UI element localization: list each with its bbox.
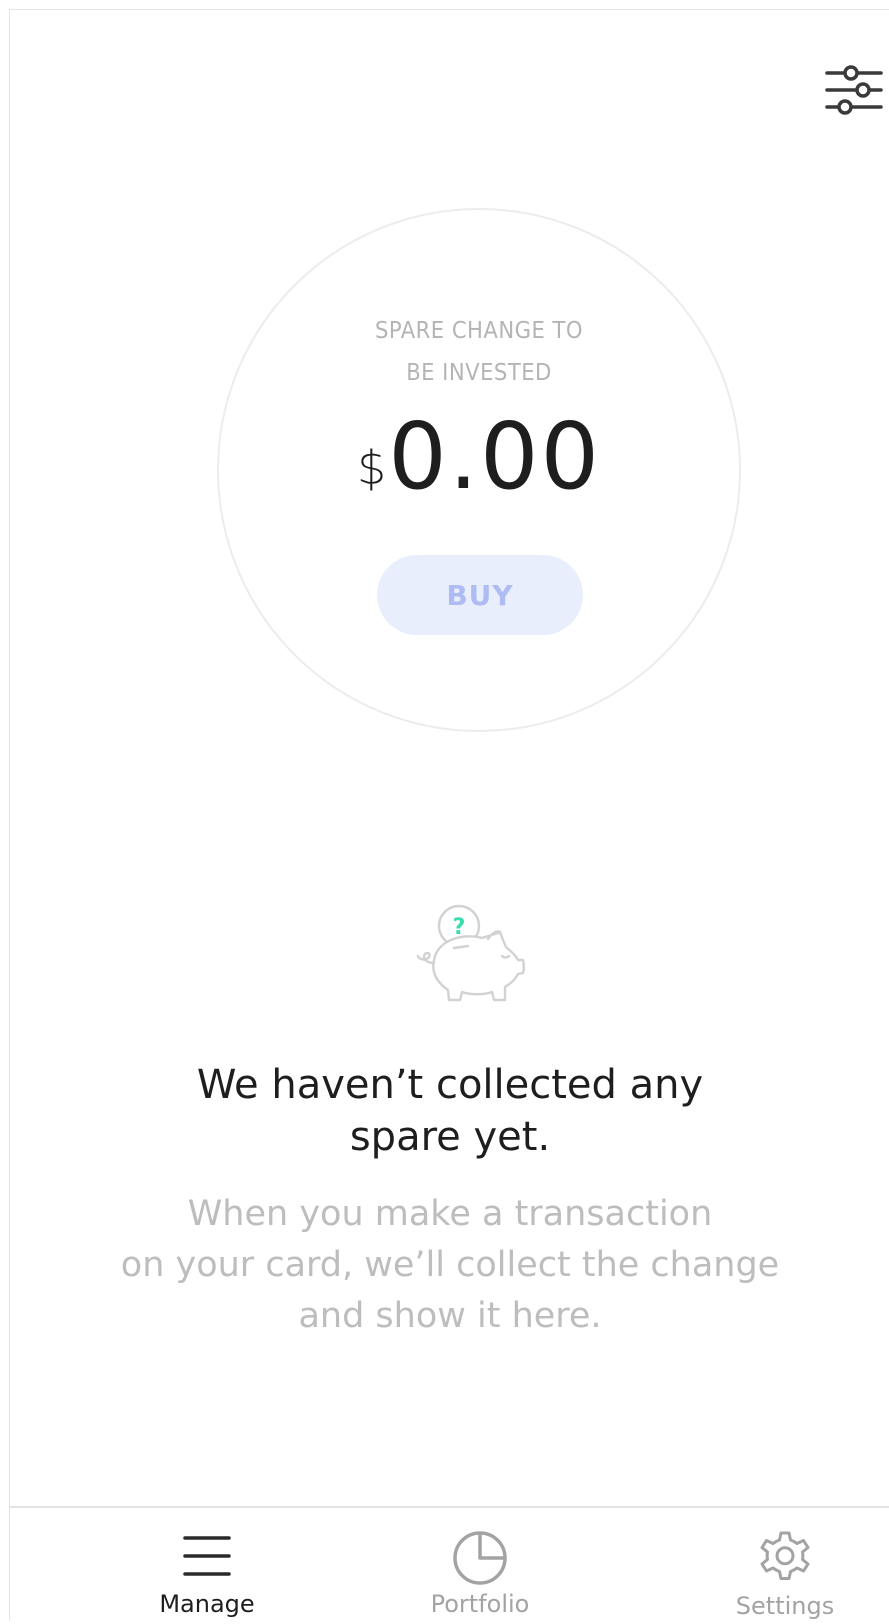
spare-change-label: SPARE CHANGE TO BE INVESTED — [240, 310, 718, 394]
spare-change-label-line2: BE INVESTED — [406, 360, 552, 386]
filter-button[interactable] — [825, 62, 883, 118]
tab-portfolio[interactable]: Portfolio — [380, 1508, 580, 1624]
currency-symbol: $ — [356, 441, 387, 495]
tab-settings-label: Settings — [735, 1592, 835, 1620]
empty-state-title-line2: spare yet. — [349, 1114, 551, 1160]
empty-state-desc-line2: on your card, we’ll collect the change — [120, 1245, 780, 1285]
empty-state-title: We haven’t collected any spare yet. — [10, 1059, 889, 1163]
spare-change-card: SPARE CHANGE TO BE INVESTED $0.00 BUY — [217, 208, 741, 732]
bottom-tab-bar: Manage Portfolio Settings — [10, 1506, 889, 1624]
empty-state-title-line1: We haven’t collected any — [196, 1062, 704, 1108]
tab-settings[interactable]: Settings — [685, 1508, 885, 1624]
menu-icon — [177, 1526, 237, 1586]
tab-portfolio-label: Portfolio — [430, 1590, 530, 1618]
tab-manage-label: Manage — [159, 1590, 255, 1618]
tab-manage[interactable]: Manage — [107, 1508, 307, 1624]
piggy-bank-question-icon: ? — [412, 903, 542, 1028]
pie-chart-icon — [450, 1526, 510, 1586]
spare-change-label-line1: SPARE CHANGE TO — [374, 318, 584, 344]
amount-value: 0.00 — [388, 403, 602, 510]
app-screen: SPARE CHANGE TO BE INVESTED $0.00 BUY ? … — [9, 9, 889, 1624]
sliders-icon — [825, 65, 883, 115]
empty-state-description: When you make a transaction on your card… — [10, 1189, 889, 1342]
question-mark-glyph: ? — [453, 915, 466, 940]
buy-button[interactable]: BUY — [377, 555, 583, 635]
gear-icon — [755, 1526, 815, 1586]
spare-change-amount: $0.00 — [219, 402, 739, 512]
empty-state-desc-line1: When you make a transaction — [187, 1194, 713, 1234]
empty-state-desc-line3: and show it here. — [298, 1296, 602, 1336]
